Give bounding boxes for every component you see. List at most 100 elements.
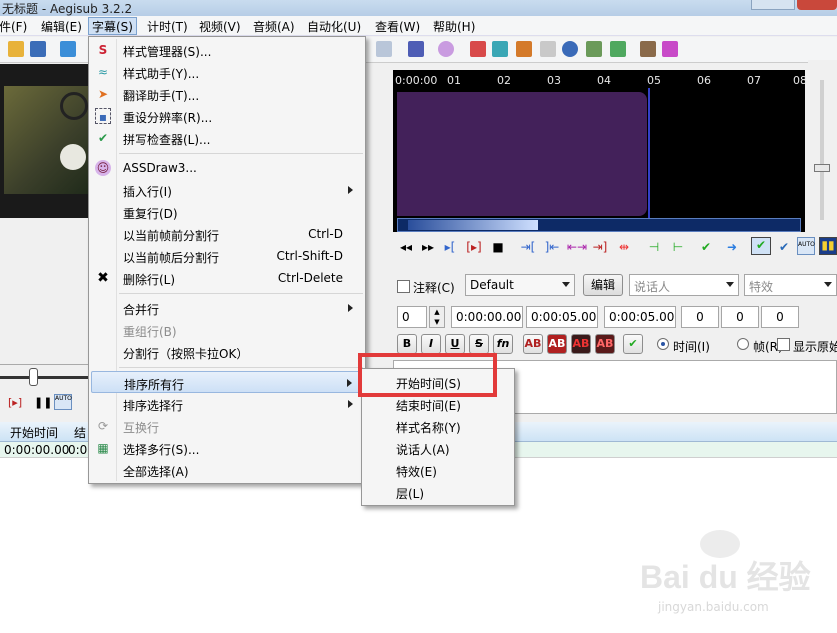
arrow-right-icon[interactable] [60, 41, 76, 57]
play-line-icon-2[interactable]: [▸] [465, 240, 483, 254]
audio-selection[interactable] [397, 92, 647, 216]
menu-item-style-assistant[interactable]: ≈ 样式助手(Y)... [91, 61, 363, 83]
menu-item-assdraw[interactable]: ☺ ASSDraw3... [91, 157, 363, 179]
menu-timing[interactable]: 计时(T) [144, 18, 191, 34]
tools-icon[interactable] [640, 41, 656, 57]
duration-field[interactable]: 0:00:05.00 [604, 306, 676, 328]
menu-item-resample[interactable]: ▪ 重设分辨率(R)... [91, 105, 363, 127]
menu-view[interactable]: 查看(W) [372, 18, 423, 34]
menu-item-split-before[interactable]: 以当前帧前分割行 Ctrl-D [91, 223, 363, 245]
menu-item-sort-all-lines[interactable]: 排序所有行 [91, 371, 363, 393]
menu-item-sort-selected-lines[interactable]: 排序选择行 [91, 393, 363, 415]
menu-help[interactable]: 帮助(H) [430, 18, 478, 34]
menu-audio[interactable]: 音频(A) [250, 18, 298, 34]
minimize-maximize-buttons[interactable] [751, 0, 795, 10]
next-line-icon[interactable]: ▸▸ [419, 240, 437, 254]
play-start-icon[interactable]: ]⇤ [543, 240, 561, 254]
margin-right-field[interactable]: 0 [721, 306, 759, 328]
prev-line-icon[interactable]: ◂◂ [397, 240, 415, 254]
play-after-icon[interactable]: ⇥] [591, 240, 609, 254]
audio-scroll-thumb[interactable] [408, 220, 538, 230]
sort-by-layer[interactable]: 层(L) [364, 481, 512, 503]
strikeout-button[interactable]: S [469, 334, 489, 354]
audio-waveform[interactable]: 0:00:00 01 02 03 04 05 06 07 08 [393, 70, 807, 232]
automation-icon[interactable] [408, 41, 424, 57]
menu-item-duplicate-lines[interactable]: 重复行(D) [91, 201, 363, 223]
underline-button[interactable]: U [445, 334, 465, 354]
play-selection-icon[interactable]: ▸[ [441, 240, 459, 254]
menu-item-style-manager[interactable]: S 样式管理器(S)... [91, 39, 363, 61]
layer-spinner[interactable]: ▲ ▼ [429, 306, 445, 328]
seek-thumb[interactable] [29, 368, 38, 386]
outline-color-button[interactable]: AB [571, 334, 591, 354]
secondary-color-button[interactable]: AB [547, 334, 567, 354]
close-button[interactable] [797, 0, 837, 10]
zoom-slider-knob[interactable] [814, 164, 830, 172]
menu-item-split-karaoke[interactable]: 分割行（按照卡拉OK） [91, 341, 363, 363]
actor-field[interactable]: 说话人 [629, 274, 739, 296]
comment-checkbox[interactable] [397, 280, 410, 293]
effect-field[interactable]: 特效 [744, 274, 837, 296]
italic-button[interactable]: I [421, 334, 441, 354]
col-end-time[interactable]: 结 [74, 424, 86, 441]
auto-scroll-toggle[interactable]: AUTO [54, 394, 72, 410]
sort-by-effect[interactable]: 特效(E) [364, 459, 512, 481]
play-to-end-icon[interactable]: ⇹ [615, 240, 633, 254]
end-time-field[interactable]: 0:00:05.00 [526, 306, 598, 328]
col-start-time[interactable]: 开始时间 [10, 424, 58, 441]
menu-item-spell-checker[interactable]: ✔ 拼写检查器(L)... [91, 127, 363, 149]
start-time-field[interactable]: 0:00:00.00 [451, 306, 523, 328]
stop-icon[interactable] [540, 41, 556, 57]
auto-next-icon[interactable]: ✔ [775, 240, 793, 254]
resample-icon[interactable] [586, 41, 602, 57]
menu-video[interactable]: 视频(V) [196, 18, 244, 34]
video-seek-bar[interactable] [0, 364, 92, 390]
auto-commit-toggle[interactable]: ✔ [751, 237, 771, 255]
primary-color-button[interactable]: AB [523, 334, 543, 354]
menu-file[interactable]: 件(F) [0, 18, 30, 34]
menu-item-recombine-lines[interactable]: 重组行(B) [91, 319, 363, 341]
timing-icon[interactable] [492, 41, 508, 57]
menu-subtitle[interactable]: 字幕(S) [88, 17, 137, 35]
lead-in-icon[interactable]: ⊣ [645, 240, 663, 254]
open-icon[interactable] [8, 41, 24, 57]
goto-icon[interactable]: ➜ [723, 240, 741, 254]
style-select[interactable]: Default [465, 274, 575, 296]
menu-item-translation-assistant[interactable]: ➤ 翻译助手(T)... [91, 83, 363, 105]
sort-by-style-name[interactable]: 样式名称(Y) [364, 415, 512, 437]
bold-button[interactable]: B [397, 334, 417, 354]
menu-item-join-lines[interactable]: 合并行 [91, 297, 363, 319]
clock-icon[interactable] [562, 41, 578, 57]
menu-item-select-lines[interactable]: ▦ 选择多行(S)... [91, 437, 363, 459]
frame-radio[interactable] [737, 338, 749, 350]
commit-check-icon[interactable]: ✔ [623, 334, 643, 354]
spellcheck-icon[interactable] [610, 41, 626, 57]
play-line-icon[interactable]: [▸] [8, 396, 22, 409]
stop-icon[interactable]: ■ [489, 240, 507, 254]
assdraw-icon[interactable] [438, 41, 454, 57]
menu-item-select-all[interactable]: 全部选择(A) [91, 459, 363, 481]
audio-icon[interactable] [470, 41, 486, 57]
time-radio[interactable] [657, 338, 669, 350]
video-display[interactable] [0, 64, 90, 218]
edit-style-button[interactable]: 编辑 [583, 274, 623, 296]
audio-scrollbar[interactable] [397, 218, 801, 232]
lead-out-icon[interactable]: ⊢ [669, 240, 687, 254]
auto-scroll-audio-toggle[interactable]: AUTO [797, 237, 815, 255]
menu-item-delete-lines[interactable]: ✖ 删除行(L) Ctrl-Delete [91, 267, 363, 289]
play-before-icon[interactable]: ⇥[ [519, 240, 537, 254]
menu-item-insert-lines[interactable]: 插入行(I) [91, 179, 363, 201]
font-button[interactable]: fn [493, 334, 513, 354]
margin-vertical-field[interactable]: 0 [761, 306, 799, 328]
layer-field[interactable]: 0 [397, 306, 427, 328]
play-end-icon[interactable]: ⇤⇥ [567, 240, 587, 254]
menu-item-swap-lines[interactable]: ⟳ 互换行 [91, 415, 363, 437]
pause-icon[interactable]: ❚❚ [34, 396, 52, 409]
spectrum-toggle[interactable]: ▮▮ [819, 237, 837, 255]
shadow-color-button[interactable]: AB [595, 334, 615, 354]
menu-automation[interactable]: 自动化(U) [304, 18, 364, 34]
sort-by-actor[interactable]: 说话人(A) [364, 437, 512, 459]
save-icon[interactable] [30, 41, 46, 57]
margin-left-field[interactable]: 0 [681, 306, 719, 328]
copy-icon[interactable] [376, 41, 392, 57]
